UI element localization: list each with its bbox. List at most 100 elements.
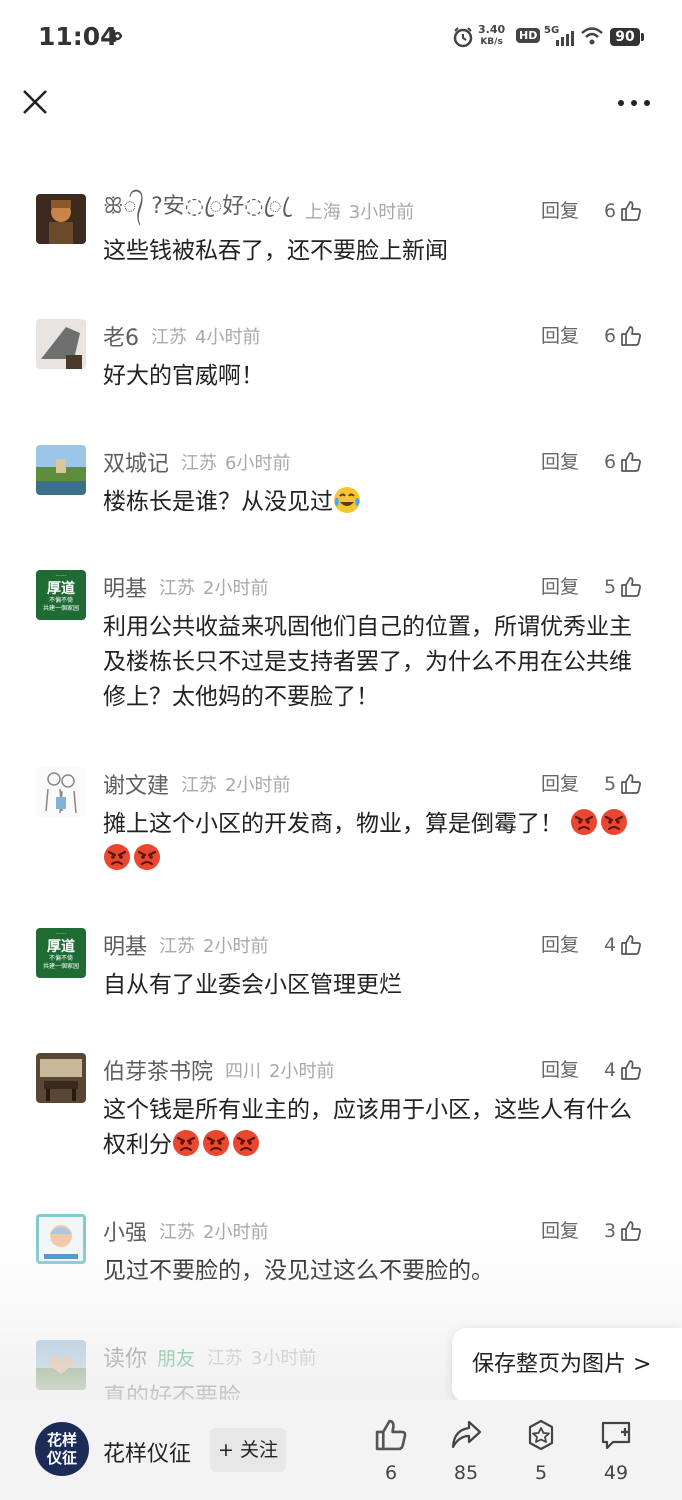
- comment-like-button[interactable]: 5: [604, 769, 642, 799]
- comment-username[interactable]: 明基: [103, 571, 147, 603]
- comment-like-button[interactable]: 6: [604, 196, 642, 226]
- comment-time: 2小时前: [203, 578, 269, 599]
- comment-text: 摊上这个小区的开发商，物业，算是倒霉了！: [103, 807, 648, 877]
- comment-header: 明基 江苏 2小时前: [103, 572, 268, 602]
- comment-text: 见过不要脸的，没见过这么不要脸的。: [103, 1258, 494, 1284]
- angry-emoji-icon: [232, 1129, 260, 1157]
- comment-button[interactable]: 49: [586, 1418, 646, 1484]
- angry-emoji-icon: [103, 843, 131, 871]
- user-avatar[interactable]: [36, 1340, 86, 1390]
- like-count: 6: [384, 1462, 398, 1484]
- comment-location: 江苏: [159, 578, 196, 599]
- thumbs-up-icon: [620, 451, 642, 473]
- comment-username[interactable]: 双城记: [103, 446, 169, 478]
- top-bar: [0, 70, 682, 140]
- comment-location: 江苏: [207, 1348, 244, 1369]
- wifi-icon: [581, 27, 603, 45]
- status-bar: 11:04 3.40 KB/s HD 5G 90: [0, 0, 682, 70]
- friend-tag: 朋友: [157, 1347, 196, 1370]
- comment-like-button[interactable]: 4: [604, 1055, 642, 1085]
- angry-emoji-icon: [202, 1129, 230, 1157]
- thumbs-up-icon: [620, 325, 642, 347]
- user-avatar[interactable]: ······ 厚道 不偏不倚 共建一個家园: [36, 570, 86, 620]
- close-button[interactable]: [20, 87, 50, 117]
- comment-username[interactable]: 读你: [103, 1341, 147, 1373]
- bottom-action-bar: 花样 仪征 花样仪征 + 关注 6 85 5 49: [0, 1400, 682, 1500]
- collect-button[interactable]: 5: [511, 1418, 571, 1484]
- reply-button[interactable]: 回复: [541, 769, 579, 799]
- comment-like-count: 6: [604, 325, 617, 347]
- comment-like-button[interactable]: 6: [604, 447, 642, 477]
- thumbs-up-icon: [620, 1220, 642, 1242]
- thumbs-up-icon: [620, 934, 642, 956]
- reply-button[interactable]: 回复: [541, 321, 579, 351]
- thumbs-up-icon: [374, 1418, 408, 1452]
- comment-time: 6小时前: [225, 453, 291, 474]
- battery-indicator: 90: [610, 28, 644, 46]
- comment-like-button[interactable]: 5: [604, 572, 642, 602]
- close-icon: [23, 90, 47, 114]
- reply-button[interactable]: 回复: [541, 447, 579, 477]
- comment-location: 江苏: [181, 453, 218, 474]
- angry-emoji-icon: [172, 1129, 200, 1157]
- reply-button[interactable]: 回复: [541, 572, 579, 602]
- hd-badge: HD: [516, 28, 541, 43]
- thumbs-up-icon: [620, 1059, 642, 1081]
- user-avatar[interactable]: [36, 1214, 86, 1264]
- comment-header: 小强 江苏 2小时前: [103, 1216, 268, 1246]
- comment-username[interactable]: 老6: [103, 320, 139, 352]
- follow-button[interactable]: + 关注: [210, 1428, 286, 1472]
- user-avatar[interactable]: ······ 厚道 不偏不倚 共建一個家园: [36, 928, 86, 978]
- reply-button[interactable]: 回复: [541, 196, 579, 226]
- comment-username[interactable]: 小强: [103, 1215, 147, 1247]
- like-button[interactable]: 6: [361, 1418, 421, 1484]
- comment-header: 伯芽茶书院 四川 2小时前: [103, 1055, 334, 1085]
- collect-icon: [528, 1419, 554, 1451]
- share-button[interactable]: 85: [436, 1418, 496, 1484]
- comment-time: 3小时前: [348, 202, 415, 223]
- channel-name[interactable]: 花样仪征: [103, 1436, 191, 1468]
- comment-like-count: 5: [604, 576, 617, 598]
- reply-button[interactable]: 回复: [541, 1055, 579, 1085]
- comment-header: 明基 江苏 2小时前: [103, 930, 268, 960]
- comment-header: 谢文建 江苏 2小时前: [103, 769, 290, 799]
- reply-button[interactable]: 回复: [541, 930, 579, 960]
- comment-header: ꕥ᭄ ?安◌ꦿ好◌ꦿ ꦿ 上海 3小时前: [103, 194, 415, 226]
- comment-username[interactable]: ꕥ᭄ ?安◌ꦿ好◌ꦿ ꦿ: [103, 188, 293, 234]
- user-avatar[interactable]: [36, 1053, 86, 1103]
- status-time: 11:04: [38, 22, 118, 51]
- comment-username[interactable]: 明基: [103, 929, 147, 961]
- comment-like-count: 4: [604, 1059, 617, 1081]
- comment-text: 自从有了业委会小区管理更烂: [103, 972, 402, 998]
- comment-time: 2小时前: [225, 775, 291, 796]
- comment-location: 江苏: [181, 775, 218, 796]
- thumbs-up-icon: [620, 773, 642, 795]
- user-avatar[interactable]: [36, 194, 86, 244]
- comment-like-count: 3: [604, 1220, 617, 1242]
- comment-like-button[interactable]: 6: [604, 321, 642, 351]
- share-icon: [451, 1420, 482, 1449]
- save-page-as-image-button[interactable]: 保存整页为图片 >: [452, 1328, 682, 1402]
- comment-username[interactable]: 伯芽茶书院: [103, 1054, 213, 1086]
- comment-text: 这些钱被私吞了，还不要脸上新闻: [103, 238, 448, 264]
- channel-logo[interactable]: 花样 仪征: [35, 1422, 89, 1476]
- comment-time: 2小时前: [269, 1061, 335, 1082]
- comment-like-count: 6: [604, 451, 617, 473]
- comment-time: 4小时前: [195, 327, 261, 348]
- comment-location: 江苏: [151, 327, 187, 348]
- comment-location: 江苏: [159, 936, 196, 957]
- more-options-button[interactable]: [612, 92, 656, 112]
- comment-like-button[interactable]: 4: [604, 930, 642, 960]
- comment-header: 双城记 江苏 6小时前: [103, 447, 290, 477]
- laugh-cry-emoji-icon: [333, 486, 361, 514]
- user-avatar[interactable]: [36, 445, 86, 495]
- comment-username[interactable]: 谢文建: [103, 768, 169, 800]
- comment-like-button[interactable]: 3: [604, 1216, 642, 1246]
- user-avatar[interactable]: [36, 319, 86, 369]
- angry-emoji-icon: [133, 843, 161, 871]
- user-avatar[interactable]: [36, 767, 86, 817]
- reply-button[interactable]: 回复: [541, 1216, 579, 1246]
- comment-time: 3小时前: [251, 1348, 317, 1369]
- comment-like-count: 5: [604, 773, 617, 795]
- network-speed: 3.40 KB/s: [478, 23, 506, 48]
